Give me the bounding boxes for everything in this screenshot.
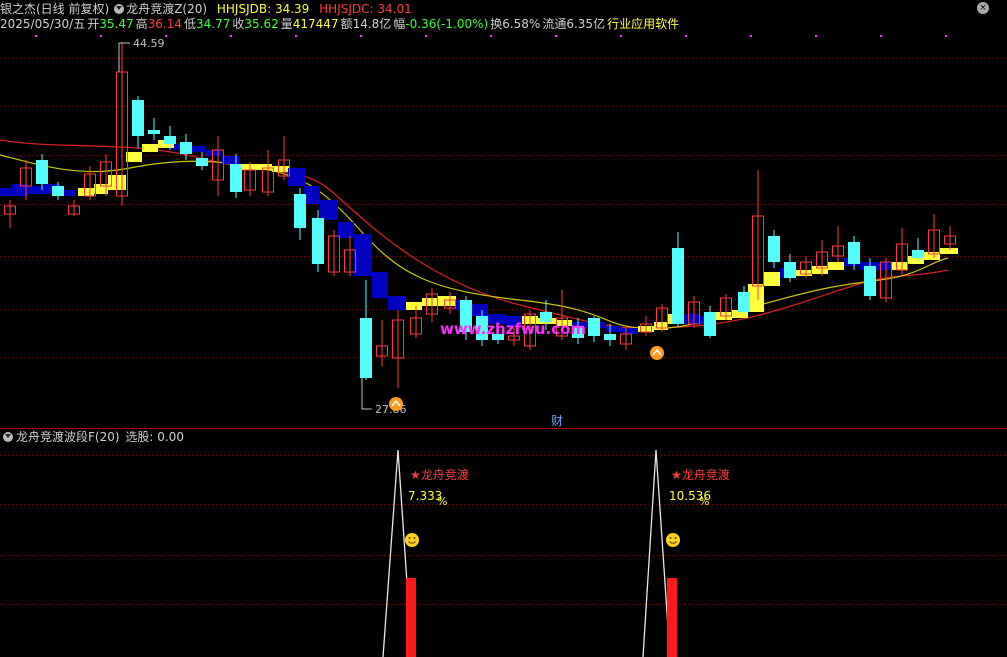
band-block <box>78 188 94 196</box>
watermark: www.zhzfwu.com <box>440 320 586 338</box>
marker-dot <box>880 35 882 37</box>
band-block <box>272 166 290 172</box>
band-block <box>764 272 780 286</box>
band-block <box>406 302 422 310</box>
band-block <box>142 144 158 152</box>
candle-body <box>604 334 616 340</box>
candle-body <box>294 194 306 228</box>
signal-bar <box>406 578 416 657</box>
band-block <box>828 262 844 270</box>
band-block <box>372 272 388 298</box>
high-marker-label: 44.59 <box>133 37 165 50</box>
band-block <box>388 296 406 310</box>
band-block <box>320 200 338 220</box>
band-block <box>876 262 892 270</box>
marker-dot <box>685 35 687 37</box>
smile-icon <box>405 533 419 547</box>
buy-signal-icon <box>650 346 664 360</box>
signal-label: ★龙舟竞渡 <box>671 467 730 482</box>
candle-body <box>164 136 176 144</box>
candle-body <box>360 318 372 378</box>
band-block <box>304 186 320 204</box>
ma-line-red <box>0 139 949 329</box>
ma-line-yellow <box>0 154 949 330</box>
band-block <box>354 234 372 276</box>
band-block <box>0 188 12 196</box>
band-block <box>796 270 812 276</box>
candle-body <box>912 250 924 258</box>
candle-body <box>738 292 750 312</box>
marker-dot <box>425 35 427 37</box>
band-block <box>222 156 240 164</box>
candle-body <box>132 100 144 136</box>
marker-dot <box>295 35 297 37</box>
band-block <box>190 146 206 152</box>
band-block <box>288 168 306 186</box>
sub-chart-title[interactable]: 龙舟竞渡波段F(20) <box>16 430 120 444</box>
band-block <box>622 328 638 334</box>
marker-dot <box>945 35 947 37</box>
candle-body <box>864 266 876 296</box>
candle-body <box>588 318 600 336</box>
candle-body <box>52 186 64 196</box>
signal-label: ★龙舟竞渡 <box>410 467 469 482</box>
band-block <box>206 150 222 156</box>
band-block <box>422 298 438 306</box>
trend-band <box>0 140 958 334</box>
indicator-menu-icon[interactable] <box>3 432 13 442</box>
marker-dot <box>620 35 622 37</box>
candle-body <box>230 164 242 192</box>
band-block <box>256 164 272 170</box>
band-block <box>812 266 828 274</box>
band-block <box>684 314 700 324</box>
buy-signal-icon <box>389 397 403 411</box>
signal-unit: % <box>699 495 709 508</box>
marker-dot <box>165 35 167 37</box>
marker-dot <box>360 35 362 37</box>
marker-dot <box>35 35 37 37</box>
candle-body <box>768 236 780 262</box>
band-block <box>438 296 456 306</box>
marker-dot <box>750 35 752 37</box>
candle-body <box>312 218 324 264</box>
marker-dot <box>815 35 817 37</box>
band-block <box>126 152 142 162</box>
candle-body <box>672 248 684 324</box>
band-block <box>892 262 908 270</box>
band-block <box>606 326 622 332</box>
marker-dot <box>230 35 232 37</box>
band-block <box>240 164 256 170</box>
candle-body <box>784 262 796 278</box>
candle-body <box>180 142 192 154</box>
band-block <box>924 252 940 260</box>
band-block <box>472 304 488 316</box>
marker-dot <box>100 35 102 37</box>
band-block <box>338 222 354 238</box>
marker-dot <box>555 35 557 37</box>
candle-body <box>36 160 48 184</box>
candle-body <box>196 158 208 166</box>
marker-dot <box>490 35 492 37</box>
sub-chart-title-row: 龙舟竞渡波段F(20) 选股: 0.00 <box>0 429 184 445</box>
candle-body <box>704 312 716 336</box>
moving-averages <box>0 139 949 330</box>
candle-body <box>848 242 860 264</box>
smile-icon <box>666 533 680 547</box>
signal-unit: % <box>437 495 447 508</box>
finance-marker[interactable]: 财 <box>551 414 563 428</box>
band-block <box>748 284 764 312</box>
signal-bar <box>667 578 677 657</box>
band-block <box>940 248 958 254</box>
sub-chart-value: 选股: 0.00 <box>125 430 184 444</box>
candle-body <box>148 130 160 134</box>
kline-chart[interactable]: 44.59 27.86 www.zhzfwu.com 财 ★龙舟竞渡 7.333… <box>0 0 1007 657</box>
